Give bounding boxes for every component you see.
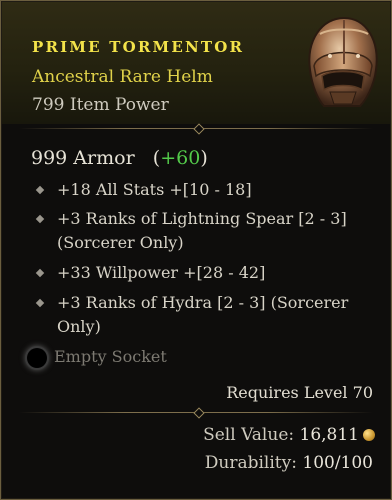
durability-value: 100/100 <box>302 453 373 473</box>
armor-bonus: +60 <box>160 147 201 169</box>
affix-line: +3 Ranks of Lightning Spear [2 - 3] (Sor… <box>57 209 347 252</box>
armor-value: 999 Armor <box>31 147 135 169</box>
level-requirement: Requires Level 70 <box>226 383 373 402</box>
helm-icon <box>308 16 378 107</box>
durability: Durability: 100/100 <box>205 453 373 473</box>
gold-coin-icon <box>363 429 375 441</box>
durability-label: Durability: <box>204 453 297 473</box>
diamond-bullet-icon <box>35 298 45 308</box>
tooltip-header: PRIME TORMENTOR Ancestral Rare Helm 799 … <box>2 2 390 124</box>
socket-ring-icon <box>27 348 47 368</box>
affix-line: +3 Ranks of Hydra [2 - 3] (Sorcerer Only… <box>57 293 349 336</box>
diamond-bullet-icon <box>35 214 45 224</box>
sell-label: Sell Value: <box>203 425 295 445</box>
affix-line: +18 All Stats +[10 - 18] <box>57 180 252 199</box>
item-type: Ancestral Rare Helm <box>32 67 213 87</box>
affix-line: +33 Willpower +[28 - 42] <box>57 263 266 282</box>
sell-value: Sell Value: 16,811 <box>203 425 359 445</box>
armor-stat: 999 Armor (+60) <box>31 147 208 169</box>
item-tooltip: PRIME TORMENTOR Ancestral Rare Helm 799 … <box>0 0 392 500</box>
diamond-bullet-icon <box>35 185 45 195</box>
header-divider <box>19 123 373 135</box>
item-name: PRIME TORMENTOR <box>32 38 245 56</box>
footer-divider <box>19 407 373 419</box>
item-power: 799 Item Power <box>32 95 169 115</box>
socket-label: Empty Socket <box>54 347 167 366</box>
sell-amount: 16,811 <box>299 425 359 445</box>
diamond-bullet-icon <box>35 268 45 278</box>
